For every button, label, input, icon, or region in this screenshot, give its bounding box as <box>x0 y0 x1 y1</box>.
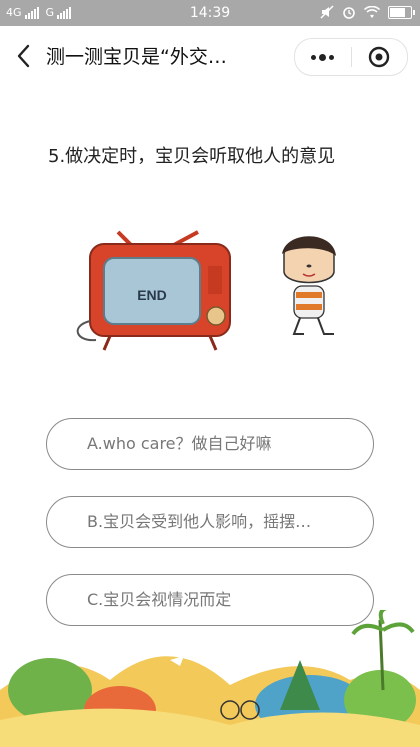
wifi-icon <box>364 5 380 18</box>
status-icons <box>320 5 415 19</box>
alarm-icon <box>343 7 355 19</box>
chevron-left-icon <box>17 44 30 68</box>
capsule-menu <box>294 38 408 76</box>
page-title: 测一测宝贝是“外交… <box>46 46 227 68</box>
question-illustration: END <box>76 230 336 351</box>
more-icon <box>311 53 335 61</box>
child-illustration <box>282 236 336 335</box>
tv-screen-text: END <box>137 287 167 303</box>
mute-icon <box>320 5 334 19</box>
close-miniprogram-button[interactable] <box>352 39 408 75</box>
footer-landscape-illustration <box>0 610 420 747</box>
status-bar: 4G G 14:39 <box>0 0 420 26</box>
tv-illustration: END <box>76 230 231 351</box>
back-button[interactable] <box>14 42 34 70</box>
target-icon <box>369 46 390 68</box>
battery-icon <box>388 5 415 19</box>
question-text: 5.做决定时，宝贝会听取他人的意见 <box>48 146 336 167</box>
more-button[interactable] <box>295 39 351 75</box>
option-b-button[interactable]: B.宝贝会受到他人影响，摇摆… <box>46 496 374 548</box>
option-a-button[interactable]: A.who care？做自己好嘛 <box>46 418 374 470</box>
nav-bar: 测一测宝贝是“外交… <box>0 26 420 86</box>
